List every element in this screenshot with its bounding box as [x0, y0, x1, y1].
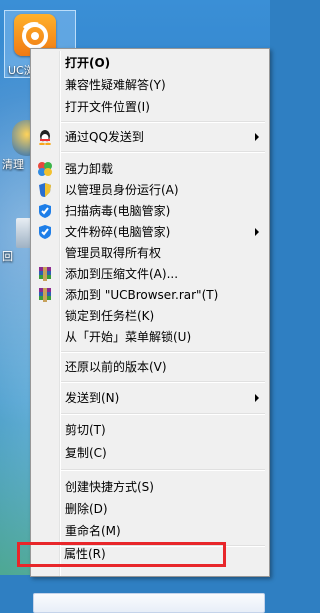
menu-label: 添加到压缩文件(A)... [65, 267, 179, 281]
context-menu: 打开(O) 兼容性疑难解答(Y) 打开文件位置(I) 通过QQ发送到 强力卸载 … [30, 48, 270, 613]
guard-icon [37, 224, 53, 240]
menu-label: 重命名(M) [65, 524, 121, 538]
rar-icon [37, 287, 53, 303]
menu-label: 创建快捷方式(S) [65, 480, 154, 494]
menu-label: 还原以前的版本(V) [65, 360, 167, 374]
menu-label: 从「开始」菜单解锁(U) [65, 330, 192, 344]
menu-open[interactable]: 打开(O) [33, 53, 265, 73]
menu-delete[interactable]: 删除(D) [33, 499, 265, 519]
menu-label: 文件粉碎(电脑管家) [65, 225, 171, 239]
menu-run-as-admin[interactable]: 以管理员身份运行(A) [33, 180, 265, 200]
uninstall-icon [37, 161, 53, 177]
menu-open-file-location[interactable]: 打开文件位置(I) [33, 97, 265, 117]
menu-scan-virus[interactable]: 扫描病毒(电脑管家) [33, 201, 265, 221]
menu-label: 打开文件位置(I) [65, 100, 150, 114]
separator [61, 381, 265, 383]
properties-hover [33, 593, 265, 613]
menu-label: 管理员取得所有权 [65, 246, 162, 260]
menu-label: 通过QQ发送到 [65, 130, 144, 144]
menu-label: 添加到 "UCBrowser.rar"(T) [65, 288, 219, 302]
menu-file-shredder[interactable]: 文件粉碎(电脑管家) [33, 222, 265, 242]
menu-label: 复制(C) [65, 446, 107, 460]
submenu-arrow-icon [255, 228, 259, 236]
menu-label: 剪切(T) [65, 423, 106, 437]
rar-icon [37, 266, 53, 282]
menu-force-uninstall[interactable]: 强力卸载 [33, 159, 265, 179]
menu-label: 强力卸载 [65, 162, 114, 176]
menu-cut[interactable]: 剪切(T) [33, 420, 265, 440]
menu-rename[interactable]: 重命名(M) [33, 521, 265, 541]
menu-compat-troubleshoot[interactable]: 兼容性疑难解答(Y) [33, 75, 265, 95]
menu-label: 打开(O) [65, 56, 111, 70]
menu-pin-to-taskbar[interactable]: 锁定到任务栏(K) [33, 306, 265, 326]
menu-label: 删除(D) [65, 502, 108, 516]
menu-add-to-ucbrowser-rar[interactable]: 添加到 "UCBrowser.rar"(T) [33, 285, 265, 305]
submenu-arrow-icon [255, 133, 259, 141]
separator [61, 413, 265, 415]
menu-take-ownership[interactable]: 管理员取得所有权 [33, 243, 265, 263]
menu-label: 锁定到任务栏(K) [65, 309, 155, 323]
menu-send-via-qq[interactable]: 通过QQ发送到 [33, 127, 265, 147]
menu-unpin-start-menu[interactable]: 从「开始」菜单解锁(U) [33, 327, 265, 347]
menu-restore-previous[interactable]: 还原以前的版本(V) [33, 357, 265, 377]
menu-add-to-archive[interactable]: 添加到压缩文件(A)... [33, 264, 265, 284]
submenu-arrow-icon [255, 394, 259, 402]
menu-send-to[interactable]: 发送到(N) [33, 388, 265, 408]
menu-copy[interactable]: 复制(C) [33, 443, 265, 463]
red-highlight-box [17, 542, 226, 567]
separator [61, 351, 265, 353]
menu-create-shortcut[interactable]: 创建快捷方式(S) [33, 477, 265, 497]
separator [61, 121, 265, 123]
menu-label: 扫描病毒(电脑管家) [65, 204, 171, 218]
menu-label: 以管理员身份运行(A) [65, 183, 179, 197]
menu-label: 兼容性疑难解答(Y) [65, 78, 166, 92]
menu-label: 发送到(N) [65, 391, 120, 405]
guard-icon [37, 203, 53, 219]
separator [61, 151, 265, 153]
shield-icon [37, 182, 53, 198]
qq-icon [37, 129, 53, 146]
separator [61, 469, 265, 471]
